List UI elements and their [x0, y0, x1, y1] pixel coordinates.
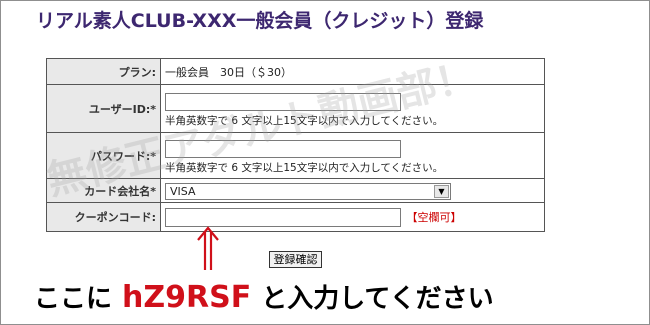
password-hint: 半角英数字で 6 文字以上15文字以内で入力してください。	[165, 161, 444, 174]
instruction-after: と入力してください	[261, 284, 494, 314]
card-select-value: VISA	[170, 184, 196, 198]
instruction-text: ここに hZ9RSF と入力してください	[34, 278, 494, 315]
chevron-down-icon[interactable]: ▼	[434, 184, 449, 198]
plan-label: プラン:	[46, 58, 161, 85]
arrow-up-icon	[197, 226, 219, 270]
page-title: リアル素人CLUB-XXX一般会員（クレジット）登録	[36, 10, 484, 32]
card-row: カード会社名* VISA ▼	[46, 178, 545, 203]
password-row: パスワード:* 半角英数字で 6 文字以上15文字以内で入力してください。	[46, 132, 545, 179]
password-label: パスワード:*	[46, 132, 161, 179]
card-select[interactable]: VISA ▼	[165, 182, 451, 200]
password-input[interactable]	[165, 139, 401, 158]
user-id-hint: 半角英数字で 6 文字以上15文字以内で入力してください。	[165, 114, 444, 127]
user-id-row: ユーザーID:* 半角英数字で 6 文字以上15文字以内で入力してください。	[46, 84, 545, 133]
coupon-label: クーポンコード:	[46, 202, 161, 232]
confirm-button[interactable]: 登録確認	[269, 251, 322, 268]
instruction-before: ここに	[34, 284, 113, 314]
user-id-label: ユーザーID:*	[46, 84, 161, 133]
plan-value: 一般会員 30日（＄30）	[160, 58, 545, 85]
coupon-input[interactable]	[165, 207, 401, 227]
captcha-code: hZ9RSF	[122, 280, 252, 315]
coupon-optional-note: 【空欄可】	[406, 211, 462, 224]
registration-form: プラン: 一般会員 30日（＄30） ユーザーID:* 半角英数字で 6 文字以…	[46, 58, 545, 232]
card-label: カード会社名*	[46, 178, 161, 203]
plan-row: プラン: 一般会員 30日（＄30）	[46, 58, 545, 85]
coupon-row: クーポンコード: 【空欄可】	[46, 202, 545, 232]
user-id-input[interactable]	[165, 92, 401, 111]
